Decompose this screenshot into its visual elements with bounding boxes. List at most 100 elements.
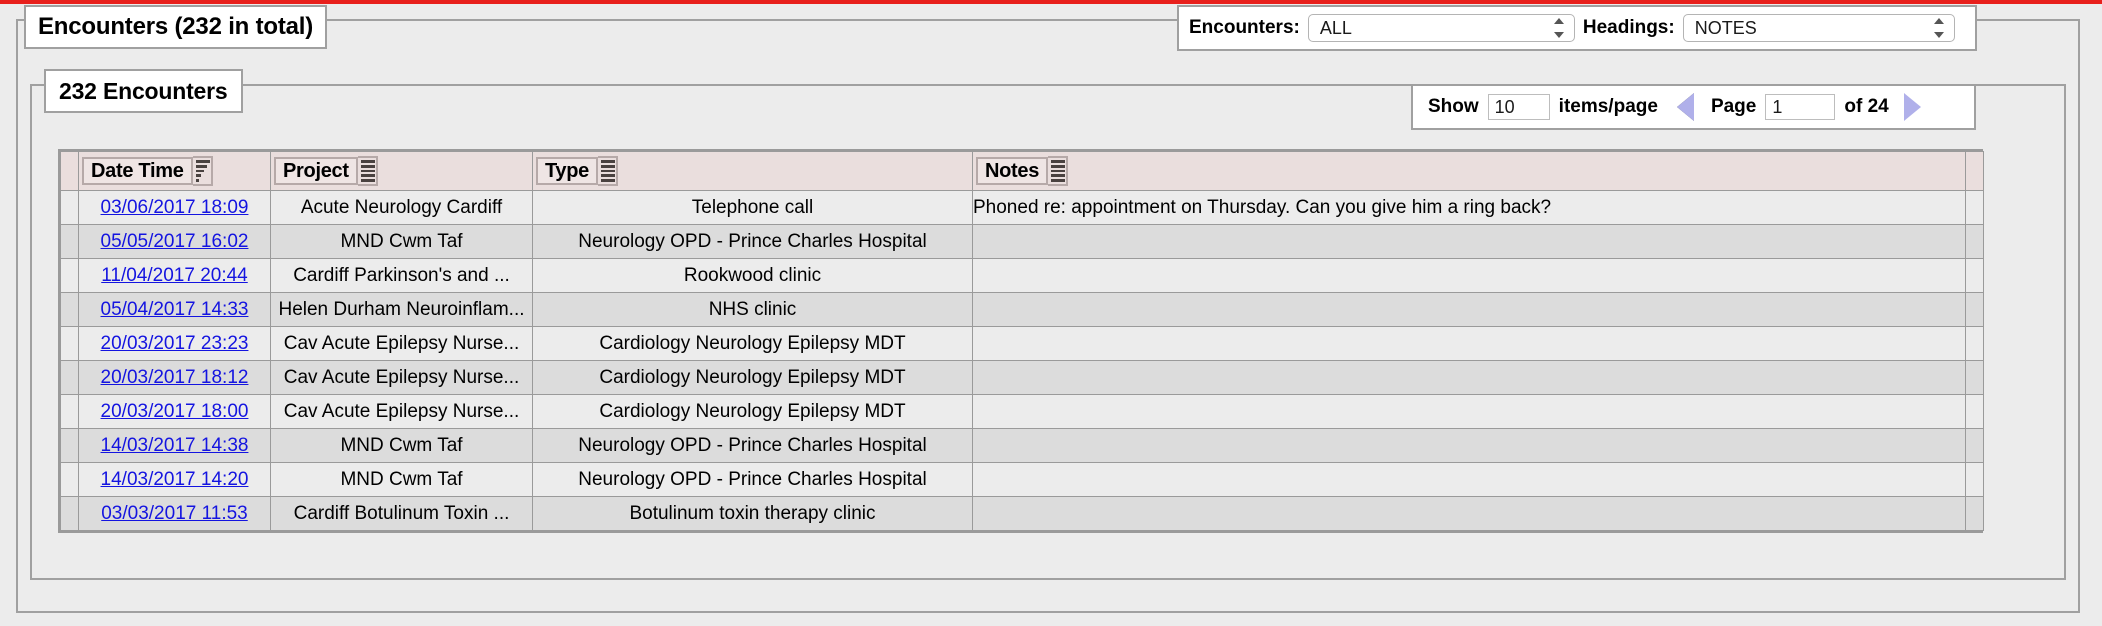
row-gutter-left <box>60 292 79 327</box>
table-row[interactable]: 05/05/2017 16:02 MND Cwm Taf Neurology OPD… <box>60 224 1984 259</box>
cell-project: Cav Acute Epilepsy Nurse... <box>270 394 533 429</box>
cell-date-time[interactable]: 05/04/2017 14:33 <box>78 292 271 327</box>
cell-type: Neurology OPD - Prince Charles Hospital <box>532 428 973 463</box>
cell-date-time[interactable]: 14/03/2017 14:20 <box>78 462 271 497</box>
row-gutter-left <box>60 326 79 361</box>
row-gutter-right <box>1965 258 1984 293</box>
show-label: Show <box>1428 96 1479 117</box>
table-row[interactable]: 05/04/2017 14:33 Helen Durham Neuroinflam… <box>60 292 1984 327</box>
date-time-link[interactable]: 20/03/2017 18:00 <box>101 401 249 422</box>
row-gutter-right <box>1965 224 1984 259</box>
headings-filter-value: NOTES <box>1694 17 1757 38</box>
cell-date-time[interactable]: 20/03/2017 23:23 <box>78 326 271 361</box>
previous-page-button[interactable] <box>1676 93 1694 121</box>
cell-type: Cardiology Neurology Epilepsy MDT <box>532 360 973 395</box>
cell-date-time[interactable]: 03/06/2017 18:09 <box>78 190 271 225</box>
encounters-group-legend: Encounters (232 in total) <box>24 5 328 49</box>
next-page-button[interactable] <box>1903 93 1921 121</box>
cell-project: MND Cwm Taf <box>270 224 533 259</box>
chevron-updown-icon[interactable] <box>1553 18 1565 38</box>
cell-notes <box>972 428 1966 463</box>
column-menu-icon[interactable] <box>598 156 618 186</box>
cell-project: MND Cwm Taf <box>270 462 533 497</box>
row-gutter-right <box>1965 190 1984 225</box>
chevron-updown-icon[interactable] <box>1933 18 1945 38</box>
cell-type: Neurology OPD - Prince Charles Hospital <box>532 224 973 259</box>
table-row[interactable]: 20/03/2017 18:00 Cav Acute Epilepsy Nurse… <box>60 394 1984 429</box>
table-row[interactable]: 20/03/2017 23:23 Cav Acute Epilepsy Nurse… <box>60 326 1984 361</box>
date-time-link[interactable]: 03/03/2017 11:53 <box>101 503 248 524</box>
table-header: Date Time Project Type Notes <box>60 151 1984 191</box>
cell-date-time[interactable]: 14/03/2017 14:38 <box>78 428 271 463</box>
table-row[interactable]: 14/03/2017 14:20 MND Cwm Taf Neurology OPD… <box>60 462 1984 497</box>
date-time-link[interactable]: 20/03/2017 18:12 <box>101 367 249 388</box>
encounters-filter-label: Encounters: <box>1189 17 1300 38</box>
date-time-link[interactable]: 11/04/2017 20:44 <box>101 265 248 286</box>
header-gutter-right <box>1965 151 1984 191</box>
encounters-filter-select[interactable]: ALL <box>1307 14 1575 42</box>
sort-descending-icon[interactable] <box>192 156 213 186</box>
cell-type: Rookwood clinic <box>532 258 973 293</box>
items-per-page-label: items/page <box>1558 96 1658 117</box>
cell-notes <box>972 326 1966 361</box>
column-header-notes[interactable]: Notes <box>972 151 1966 191</box>
cell-date-time[interactable]: 03/03/2017 11:53 <box>78 496 271 531</box>
column-header-type-label: Type <box>536 157 598 185</box>
pagination-toolbar: Show 10 items/page Page 1 of 24 <box>1411 84 1976 130</box>
top-accent-rule <box>0 0 2102 4</box>
cell-date-time[interactable]: 20/03/2017 18:00 <box>78 394 271 429</box>
date-time-link[interactable]: 14/03/2017 14:38 <box>101 435 249 456</box>
cell-notes <box>972 360 1966 395</box>
column-header-date-time[interactable]: Date Time <box>78 151 271 191</box>
table-row[interactable]: 03/03/2017 11:53 Cardiff Botulinum Toxin … <box>60 496 1984 531</box>
cell-notes: Phoned re: appointment on Thursday. Can … <box>972 190 1966 225</box>
column-header-type[interactable]: Type <box>532 151 973 191</box>
row-gutter-left <box>60 190 79 225</box>
headings-filter-select[interactable]: NOTES <box>1682 14 1955 42</box>
row-gutter-right <box>1965 360 1984 395</box>
encounters-filter-value: ALL <box>1319 17 1352 38</box>
cell-project: Cardiff Parkinson's and ... <box>270 258 533 293</box>
row-gutter-right <box>1965 462 1984 497</box>
cell-type: Neurology OPD - Prince Charles Hospital <box>532 462 973 497</box>
table-body: 03/06/2017 18:09 Acute Neurology Cardiff T… <box>60 190 1984 531</box>
column-header-notes-label: Notes <box>976 157 1049 185</box>
row-gutter-right <box>1965 394 1984 429</box>
column-menu-icon[interactable] <box>357 156 378 186</box>
table-row[interactable]: 14/03/2017 14:38 MND Cwm Taf Neurology OPD… <box>60 428 1984 463</box>
filter-toolbar: Encounters: ALL Headings: NOTES <box>1177 5 1977 51</box>
column-menu-icon[interactable] <box>1048 156 1069 186</box>
row-gutter-left <box>60 462 79 497</box>
page-number-input[interactable]: 1 <box>1765 94 1836 120</box>
header-gutter-left <box>60 151 79 191</box>
row-gutter-left <box>60 258 79 293</box>
column-header-project[interactable]: Project <box>270 151 533 191</box>
cell-date-time[interactable]: 11/04/2017 20:44 <box>78 258 271 293</box>
date-time-link[interactable]: 05/04/2017 14:33 <box>101 299 249 320</box>
date-time-link[interactable]: 05/05/2017 16:02 <box>101 231 249 252</box>
cell-date-time[interactable]: 20/03/2017 18:12 <box>78 360 271 395</box>
row-gutter-right <box>1965 292 1984 327</box>
items-per-page-input[interactable]: 10 <box>1487 94 1550 120</box>
date-time-link[interactable]: 03/06/2017 18:09 <box>101 197 249 218</box>
table-row[interactable]: 03/06/2017 18:09 Acute Neurology Cardiff T… <box>60 190 1984 225</box>
cell-notes <box>972 258 1966 293</box>
column-header-date-time-label: Date Time <box>82 157 193 185</box>
cell-type: Cardiology Neurology Epilepsy MDT <box>532 326 973 361</box>
row-gutter-right <box>1965 496 1984 531</box>
date-time-link[interactable]: 20/03/2017 23:23 <box>101 333 249 354</box>
cell-notes <box>972 292 1966 327</box>
row-gutter-right <box>1965 326 1984 361</box>
total-pages-label: of 24 <box>1844 96 1889 117</box>
cell-date-time[interactable]: 05/05/2017 16:02 <box>78 224 271 259</box>
table-row[interactable]: 20/03/2017 18:12 Cav Acute Epilepsy Nurse… <box>60 360 1984 395</box>
cell-type: Telephone call <box>532 190 973 225</box>
cell-type: NHS clinic <box>532 292 973 327</box>
row-gutter-right <box>1965 428 1984 463</box>
row-gutter-left <box>60 496 79 531</box>
encounters-table: Date Time Project Type Notes 03/06/2017 … <box>60 151 1984 531</box>
table-row[interactable]: 11/04/2017 20:44 Cardiff Parkinson's and … <box>60 258 1984 293</box>
date-time-link[interactable]: 14/03/2017 14:20 <box>101 469 249 490</box>
headings-filter-label: Headings: <box>1582 17 1675 38</box>
row-gutter-left <box>60 394 79 429</box>
